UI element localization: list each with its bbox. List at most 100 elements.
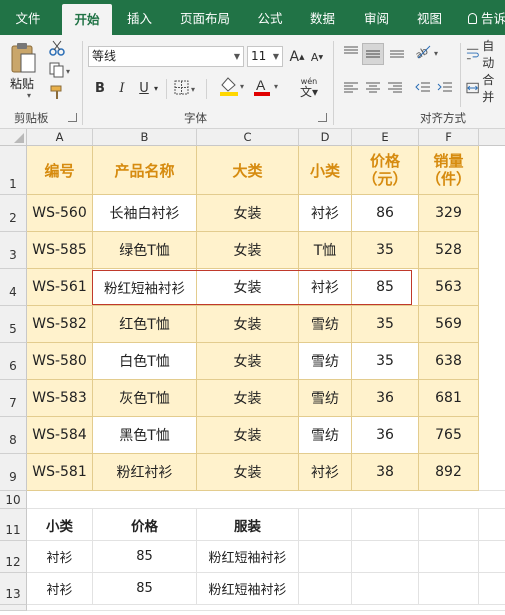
table-cell[interactable]: 雪纺 xyxy=(299,417,352,454)
table-cell[interactable]: 雪纺 xyxy=(299,380,352,417)
lookup-cell[interactable]: 粉红短袖衬衫 xyxy=(197,541,299,573)
row-header[interactable]: 7 xyxy=(0,380,27,417)
table-cell[interactable]: 雪纺 xyxy=(299,306,352,343)
row-header[interactable]: 3 xyxy=(0,232,27,269)
underline-button[interactable]: U xyxy=(136,79,152,97)
table-cell[interactable]: 569 xyxy=(419,306,479,343)
lookup-cell[interactable]: 85 xyxy=(93,541,197,573)
table-cell[interactable]: 85 xyxy=(352,269,419,306)
table-cell[interactable]: 女装 xyxy=(197,306,299,343)
table-cell[interactable]: 灰色T恤 xyxy=(93,380,197,417)
shrink-font-button[interactable]: A ▼ xyxy=(309,48,325,67)
align-center-icon[interactable] xyxy=(364,79,382,97)
empty-cell[interactable] xyxy=(352,509,419,541)
font-color-icon[interactable]: A ▾ xyxy=(252,75,282,97)
table-cell[interactable]: 白色T恤 xyxy=(93,343,197,380)
clipboard-launcher-icon[interactable] xyxy=(68,113,77,122)
column-header-b[interactable]: B xyxy=(93,129,197,146)
font-launcher-icon[interactable] xyxy=(318,113,327,122)
align-left-icon[interactable] xyxy=(342,79,360,97)
paste-icon[interactable] xyxy=(8,41,38,75)
table-cell[interactable]: 雪纺 xyxy=(299,343,352,380)
table-cell[interactable]: 528 xyxy=(419,232,479,269)
empty-cell[interactable] xyxy=(352,573,419,605)
table-cell[interactable]: 女装 xyxy=(197,343,299,380)
cut-icon[interactable] xyxy=(48,39,66,57)
empty-cell[interactable] xyxy=(479,573,505,605)
empty-cell[interactable] xyxy=(299,509,352,541)
column-header-c[interactable]: C xyxy=(197,129,299,146)
align-middle-icon[interactable] xyxy=(362,43,384,65)
decrease-indent-icon[interactable] xyxy=(414,79,432,97)
column-header-d[interactable]: D xyxy=(299,129,352,146)
align-top-icon[interactable] xyxy=(342,43,360,61)
header-cell[interactable]: 价格 （元） xyxy=(352,146,419,195)
table-cell[interactable]: 38 xyxy=(352,454,419,491)
empty-cell[interactable] xyxy=(479,541,505,573)
row-header[interactable]: 4 xyxy=(0,269,27,306)
table-cell[interactable]: 黑色T恤 xyxy=(93,417,197,454)
lookup-header-cell[interactable]: 价格 xyxy=(93,509,197,541)
table-cell[interactable]: 563 xyxy=(419,269,479,306)
phonetic-guide-button[interactable]: wén 文▾ xyxy=(296,75,322,101)
tab-data[interactable]: 数据 xyxy=(301,0,344,35)
wrap-text-button[interactable]: 自动 xyxy=(466,39,505,70)
bold-button[interactable]: B xyxy=(92,79,108,97)
row-header[interactable]: 5 xyxy=(0,306,27,343)
fill-color-icon[interactable]: ▾ xyxy=(218,75,248,97)
table-cell[interactable]: 红色T恤 xyxy=(93,306,197,343)
align-right-icon[interactable] xyxy=(386,79,404,97)
table-cell[interactable]: WS-585 xyxy=(27,232,93,269)
table-cell[interactable]: 女装 xyxy=(197,417,299,454)
underline-dropdown-icon[interactable]: ▾ xyxy=(152,81,160,95)
merge-center-button[interactable]: 合并 xyxy=(466,73,505,104)
tab-view[interactable]: 视图 xyxy=(408,0,451,35)
empty-cell[interactable] xyxy=(479,146,505,491)
table-cell[interactable]: 36 xyxy=(352,380,419,417)
empty-cell[interactable] xyxy=(479,509,505,541)
empty-cell[interactable] xyxy=(299,541,352,573)
empty-cell[interactable] xyxy=(299,573,352,605)
table-cell[interactable]: 衬衫 xyxy=(299,269,352,306)
copy-icon[interactable]: ▾ xyxy=(48,61,74,79)
row-header[interactable]: 1 xyxy=(0,146,27,195)
tab-file[interactable]: 文件 xyxy=(0,0,56,35)
lookup-cell[interactable]: 衬衫 xyxy=(27,541,93,573)
table-cell[interactable]: 女装 xyxy=(197,195,299,232)
lookup-header-cell[interactable]: 小类 xyxy=(27,509,93,541)
table-cell[interactable]: 35 xyxy=(352,343,419,380)
select-all-corner[interactable] xyxy=(0,129,27,146)
font-size-combo[interactable]: 11 ▼ xyxy=(247,46,283,67)
header-cell[interactable]: 小类 xyxy=(299,146,352,195)
lookup-cell[interactable]: 粉红短袖衬衫 xyxy=(197,573,299,605)
table-cell[interactable]: 女装 xyxy=(197,269,299,306)
tell-me-search[interactable]: 告诉 xyxy=(468,0,505,35)
tab-formulas[interactable]: 公式 xyxy=(250,0,290,35)
table-cell[interactable]: 36 xyxy=(352,417,419,454)
table-cell[interactable]: 粉红衬衫 xyxy=(93,454,197,491)
empty-row[interactable] xyxy=(27,491,505,509)
table-cell[interactable]: WS-560 xyxy=(27,195,93,232)
orientation-icon[interactable]: ab ▾ xyxy=(414,43,442,61)
row-header[interactable]: 6 xyxy=(0,343,27,380)
table-cell[interactable]: WS-580 xyxy=(27,343,93,380)
lookup-cell[interactable]: 衬衫 xyxy=(27,573,93,605)
table-cell[interactable]: 女装 xyxy=(197,454,299,491)
row-header[interactable]: 9 xyxy=(0,454,27,491)
row-header[interactable]: 10 xyxy=(0,491,27,509)
table-cell[interactable]: WS-561 xyxy=(27,269,93,306)
column-header-f[interactable]: F xyxy=(419,129,479,146)
row-header[interactable]: 11 xyxy=(0,509,27,541)
row-header[interactable]: 13 xyxy=(0,573,27,605)
column-header-g[interactable] xyxy=(479,129,505,146)
empty-cell[interactable] xyxy=(352,541,419,573)
column-header-a[interactable]: A xyxy=(27,129,93,146)
empty-cell[interactable] xyxy=(419,573,479,605)
format-painter-icon[interactable] xyxy=(48,83,66,101)
table-cell[interactable]: 35 xyxy=(352,232,419,269)
table-cell[interactable]: WS-583 xyxy=(27,380,93,417)
table-cell[interactable]: 638 xyxy=(419,343,479,380)
table-cell[interactable]: 长袖白衬衫 xyxy=(93,195,197,232)
tab-page-layout[interactable]: 页面布局 xyxy=(172,0,238,35)
table-cell[interactable]: T恤 xyxy=(299,232,352,269)
